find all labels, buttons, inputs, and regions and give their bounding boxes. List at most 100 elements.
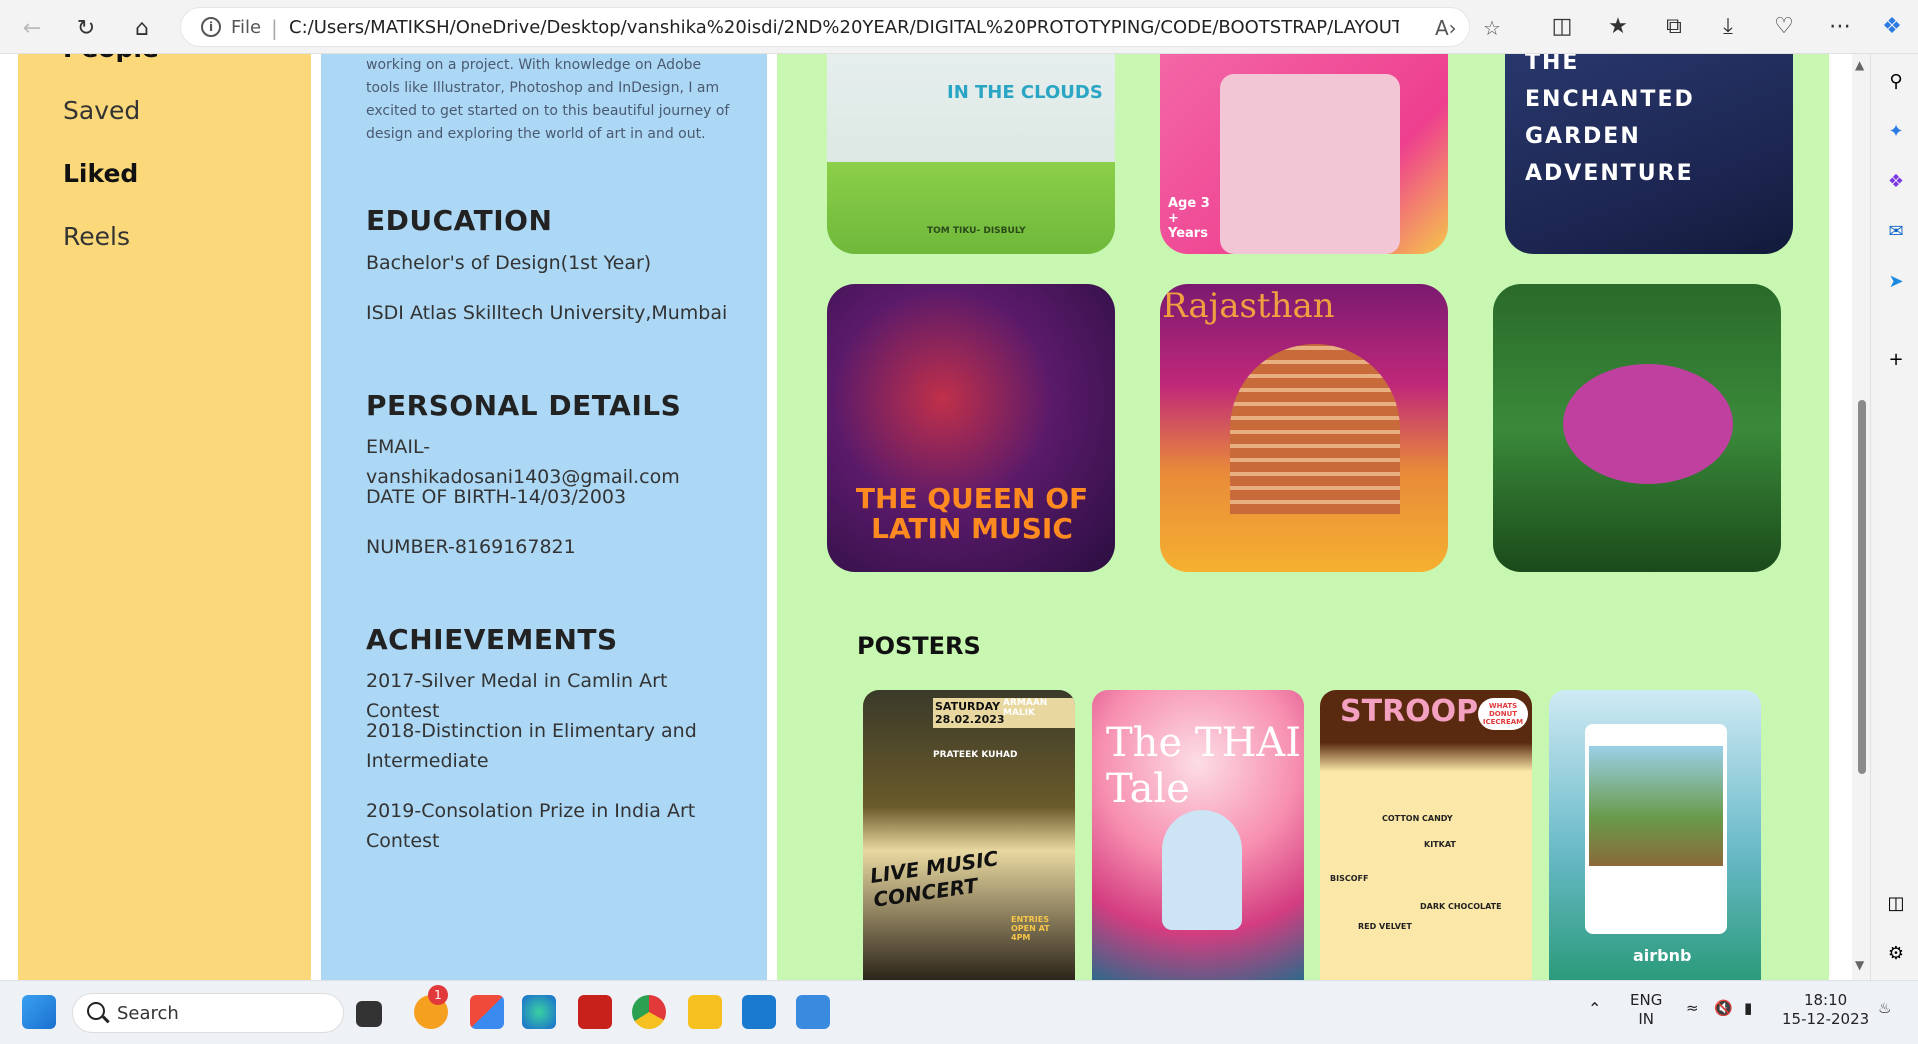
- kitchen-illustration: [1220, 74, 1400, 254]
- poster-badge: WHATS DONUT ICECREAM: [1478, 698, 1528, 730]
- achievements-heading: ACHIEVEMENTS: [366, 623, 618, 656]
- donut-label: BISCOFF: [1330, 874, 1369, 883]
- sidebar-item-reels[interactable]: Reels: [63, 222, 130, 251]
- lang-top: ENG: [1630, 991, 1663, 1009]
- downloads-icon[interactable]: ⤓: [1714, 14, 1742, 39]
- artwork-age-label: Age 3 + Years: [1168, 196, 1210, 241]
- store-icon[interactable]: [470, 995, 504, 1029]
- clock-time: 18:10: [1803, 991, 1848, 1009]
- wifi-icon[interactable]: ≈: [1686, 999, 1699, 1018]
- dragon-illustration: [1563, 364, 1733, 484]
- artwork-enchanted-garden[interactable]: THE ENCHANTED GARDEN ADVENTURE: [1505, 54, 1793, 254]
- poster-title: LIVE MUSIC CONCERT: [868, 846, 1000, 912]
- palace-illustration: [1230, 344, 1400, 514]
- artwork-in-the-clouds[interactable]: IN THE CLOUDS TOM TIKU- DISBULY: [827, 54, 1115, 254]
- file-label: File: [231, 17, 262, 38]
- search-icon[interactable]: ⚲: [1883, 68, 1909, 94]
- artwork-kitchen-book[interactable]: Age 3 + Years: [1160, 54, 1448, 254]
- clock[interactable]: 18:10 15-12-2023: [1782, 991, 1869, 1029]
- photos-icon[interactable]: [796, 995, 830, 1029]
- artwork-rajasthan[interactable]: Rajasthan: [1160, 284, 1448, 572]
- profile-column: working on a project. With knowledge on …: [321, 54, 767, 980]
- settings-icon[interactable]: ⚙: [1883, 940, 1909, 966]
- sidebar-toggle-icon[interactable]: ◫: [1883, 890, 1909, 916]
- poster-stroop[interactable]: STROOP WHATS DONUT ICECREAM COTTON CANDY…: [1320, 690, 1532, 980]
- chrome-icon[interactable]: [632, 995, 666, 1029]
- address-separator: |: [271, 16, 278, 40]
- artwork-title: IN THE CLOUDS: [947, 82, 1103, 103]
- language-indicator[interactable]: ENG IN: [1630, 991, 1662, 1029]
- more-menu-icon[interactable]: ⋯: [1826, 14, 1854, 39]
- tray-chevron-icon[interactable]: ⌃: [1588, 999, 1601, 1018]
- search-label: Search: [117, 1003, 179, 1024]
- number-text: NUMBER-8169167821: [366, 536, 576, 558]
- donut-label: COTTON CANDY: [1382, 814, 1453, 823]
- poster-title: The THAI Tale: [1106, 720, 1302, 812]
- gallery-column: IN THE CLOUDS TOM TIKU- DISBULY Age 3 + …: [777, 54, 1829, 980]
- scroll-down-icon[interactable]: ▼: [1855, 958, 1864, 972]
- taskbar-search[interactable]: Search: [72, 993, 344, 1033]
- favorites-icon[interactable]: ★: [1604, 14, 1632, 39]
- info-icon[interactable]: i: [201, 17, 221, 37]
- poster-entry-info: ENTRIES OPEN AT 4PM: [1011, 915, 1050, 942]
- browser-toolbar: ← ↻ ⌂ i File | C:/Users/MATIKSH/OneDrive…: [0, 0, 1918, 54]
- start-icon[interactable]: [22, 995, 56, 1029]
- resort-image: [1589, 746, 1723, 866]
- education-heading: EDUCATION: [366, 204, 553, 237]
- buddha-illustration: [1162, 810, 1242, 930]
- posters-heading: POSTERS: [857, 632, 981, 660]
- favorite-star-icon[interactable]: ☆: [1483, 16, 1501, 40]
- battery-icon[interactable]: ▮: [1744, 999, 1752, 1018]
- page-scrollbar[interactable]: ▲ ▼: [1852, 54, 1870, 980]
- donut-label: RED VELVET: [1358, 922, 1412, 931]
- collections-icon[interactable]: ⧉: [1660, 14, 1688, 39]
- artwork-queen-of-latin-music[interactable]: THE QUEEN OF LATIN MUSIC: [827, 284, 1115, 572]
- split-screen-icon[interactable]: ◫: [1548, 14, 1576, 39]
- poster-title: airbnb: [1633, 946, 1692, 965]
- back-icon[interactable]: ←: [16, 12, 48, 44]
- file-explorer-icon[interactable]: [688, 995, 722, 1029]
- refresh-icon[interactable]: ↻: [70, 12, 102, 44]
- address-bar[interactable]: i File | C:/Users/MATIKSH/OneDrive/Deskt…: [180, 7, 1501, 47]
- poster-airbnb[interactable]: airbnb: [1549, 690, 1761, 980]
- search-icon: [87, 1002, 105, 1020]
- volume-icon[interactable]: 🔇: [1714, 999, 1733, 1018]
- poster-thai-tale[interactable]: The THAI Tale: [1092, 690, 1304, 980]
- tools-icon[interactable]: ❖: [1883, 168, 1909, 194]
- achievement-item: 2018-Distinction in Elimentary and Inter…: [366, 720, 697, 772]
- edge-icon[interactable]: [522, 995, 556, 1029]
- notifications-bell-icon[interactable]: ♨: [1878, 999, 1891, 1018]
- drop-icon[interactable]: ➤: [1883, 268, 1909, 294]
- copilot-icon[interactable]: ❖: [1878, 14, 1906, 39]
- poster-artist: PRATEEK KUHAD: [933, 750, 1018, 760]
- sidebar-item-liked[interactable]: Liked: [63, 159, 138, 188]
- task-view-icon[interactable]: [356, 1001, 382, 1027]
- artwork-title: Rajasthan: [1162, 286, 1335, 326]
- scrollbar-thumb[interactable]: [1858, 400, 1866, 774]
- artwork-credit: TOM TIKU- DISBULY: [927, 226, 1026, 236]
- artwork-dragon[interactable]: [1493, 284, 1781, 572]
- acrobat-icon[interactable]: [578, 995, 612, 1029]
- sidebar-item-saved[interactable]: Saved: [63, 96, 140, 125]
- profile-intro: working on a project. With knowledge on …: [366, 57, 730, 142]
- page-content: People Saved Liked Reels working on a pr…: [0, 54, 1852, 980]
- poster-artist: ARMAAN MALIK: [1003, 698, 1048, 718]
- poster-title: STROOP: [1340, 694, 1479, 729]
- dob-text: DATE OF BIRTH-14/03/2003: [366, 486, 627, 508]
- edge-sidebar: ⚲ ✦ ❖ ✉ ➤ + ◫ ⚙: [1870, 54, 1918, 980]
- vscode-icon[interactable]: [742, 995, 776, 1029]
- education-line: Bachelor's of Design(1st Year): [366, 252, 652, 274]
- shopping-icon[interactable]: ✦: [1883, 118, 1909, 144]
- outlook-icon[interactable]: ✉: [1883, 218, 1909, 244]
- sidebar-item-people[interactable]: People: [63, 54, 159, 63]
- poster-live-music-concert[interactable]: SATURDAY 28.02.2023 ARMAAN MALIK PRATEEK…: [863, 690, 1075, 980]
- url-text[interactable]: C:/Users/MATIKSH/OneDrive/Desktop/vanshi…: [289, 17, 1399, 38]
- read-aloud-icon[interactable]: A›: [1435, 16, 1457, 40]
- home-icon[interactable]: ⌂: [126, 12, 158, 44]
- scroll-up-icon[interactable]: ▲: [1855, 58, 1864, 72]
- add-icon[interactable]: +: [1883, 346, 1909, 372]
- browser-essentials-icon[interactable]: ♡: [1770, 14, 1798, 39]
- clock-date: 15-12-2023: [1782, 1010, 1870, 1028]
- artwork-title: THE QUEEN OF LATIN MUSIC: [855, 482, 1089, 545]
- notification-badge: 1: [428, 985, 448, 1005]
